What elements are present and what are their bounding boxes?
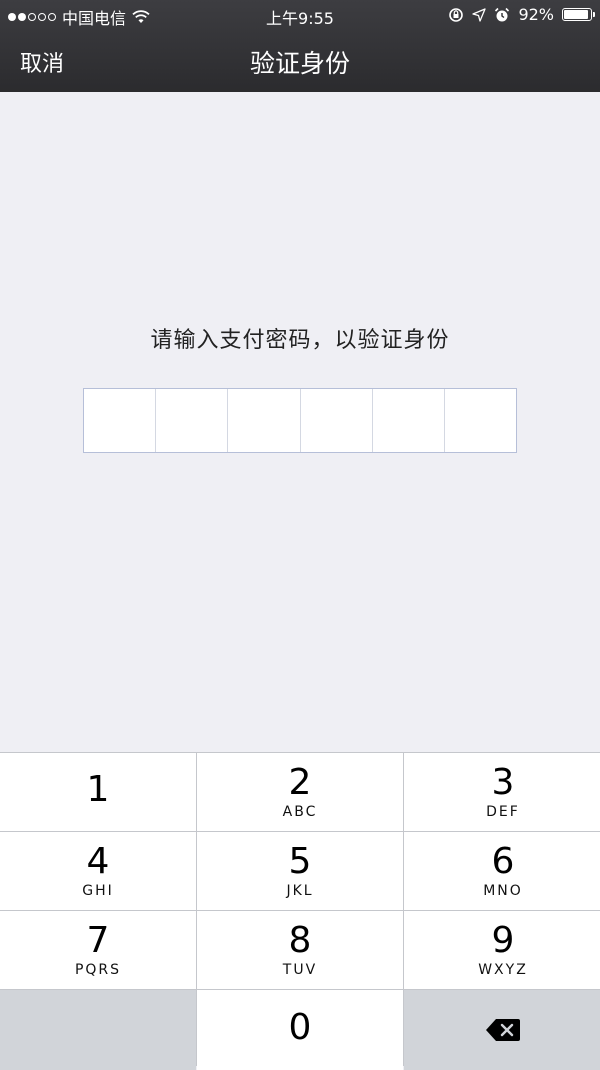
keypad-key-2[interactable]: 2 ABC	[197, 753, 403, 831]
backspace-icon	[486, 1019, 520, 1041]
signal-dot	[8, 13, 16, 21]
carrier-name: 中国电信	[62, 9, 127, 28]
pin-digit-cell[interactable]	[373, 389, 445, 452]
payment-password-input[interactable]	[83, 388, 517, 453]
pin-digit-cell[interactable]	[156, 389, 229, 452]
signal-strength-icon	[8, 13, 56, 21]
key-letters: MNO	[483, 883, 523, 899]
pin-digit-cell[interactable]	[84, 389, 157, 452]
keypad-key-3[interactable]: 3 DEF	[404, 753, 600, 831]
pin-digit-cell[interactable]	[445, 389, 516, 452]
key-letters: GHI	[82, 883, 114, 899]
password-prompt: 请输入支付密码，以验证身份	[150, 328, 450, 353]
status-right: 92%	[448, 5, 595, 24]
status-bar: 中国电信 上午9:55 92%	[0, 0, 600, 30]
keypad-key-1[interactable]: 1	[0, 753, 196, 831]
signal-dot	[48, 13, 56, 21]
header: 中国电信 上午9:55 92% 取消 验证身份	[0, 0, 600, 92]
key-letters: DEF	[486, 804, 520, 820]
key-digit: 3	[491, 762, 515, 803]
key-letters: ABC	[282, 804, 318, 820]
key-digit: 4	[86, 841, 110, 882]
key-digit: 7	[86, 920, 110, 961]
key-digit: 9	[491, 920, 515, 961]
battery-percent: 92%	[518, 5, 554, 24]
key-digit: 2	[288, 762, 312, 803]
battery-icon	[562, 8, 595, 21]
key-letters: WXYZ	[478, 962, 528, 978]
keypad-key-0[interactable]: 0	[197, 990, 403, 1070]
keypad-key-5[interactable]: 5 JKL	[197, 832, 403, 910]
signal-dot	[38, 13, 46, 21]
key-digit: 5	[288, 841, 312, 882]
orientation-lock-icon	[449, 7, 464, 22]
keypad-key-4[interactable]: 4 GHI	[0, 832, 196, 910]
delete-key[interactable]	[404, 990, 600, 1070]
pin-digit-cell[interactable]	[228, 389, 301, 452]
key-letters: PQRS	[74, 962, 122, 978]
battery-fill	[564, 10, 588, 19]
keypad-blank-key	[0, 990, 196, 1070]
key-digit: 6	[491, 841, 515, 882]
keypad-key-6[interactable]: 6 MNO	[404, 832, 600, 910]
key-letters: TUV	[282, 962, 318, 978]
cancel-button[interactable]: 取消	[20, 46, 64, 78]
page-title: 验证身份	[249, 49, 350, 78]
keypad-key-8[interactable]: 8 TUV	[197, 911, 403, 989]
status-left: 中国电信	[8, 5, 150, 29]
numeric-keypad: 1 2 ABC 3 DEF 4 GHI 5 JKL 6 MNO 7 PQRS 8 TUV 9 WXYZ 0	[0, 752, 600, 1070]
keypad-key-7[interactable]: 7 PQRS	[0, 911, 196, 989]
key-digit: 1	[86, 769, 110, 810]
pin-digit-cell[interactable]	[301, 389, 373, 452]
alarm-icon	[495, 7, 510, 21]
clock: 上午9:55	[266, 9, 334, 28]
signal-dot	[28, 13, 36, 21]
key-digit: 8	[288, 920, 312, 961]
key-letters: JKL	[286, 883, 314, 899]
keypad-key-9[interactable]: 9 WXYZ	[404, 911, 600, 989]
key-digit: 0	[288, 1007, 312, 1048]
location-icon	[472, 7, 487, 22]
signal-dot	[18, 13, 26, 21]
navigation-bar: 取消 验证身份	[0, 30, 600, 92]
wifi-icon	[132, 10, 150, 23]
